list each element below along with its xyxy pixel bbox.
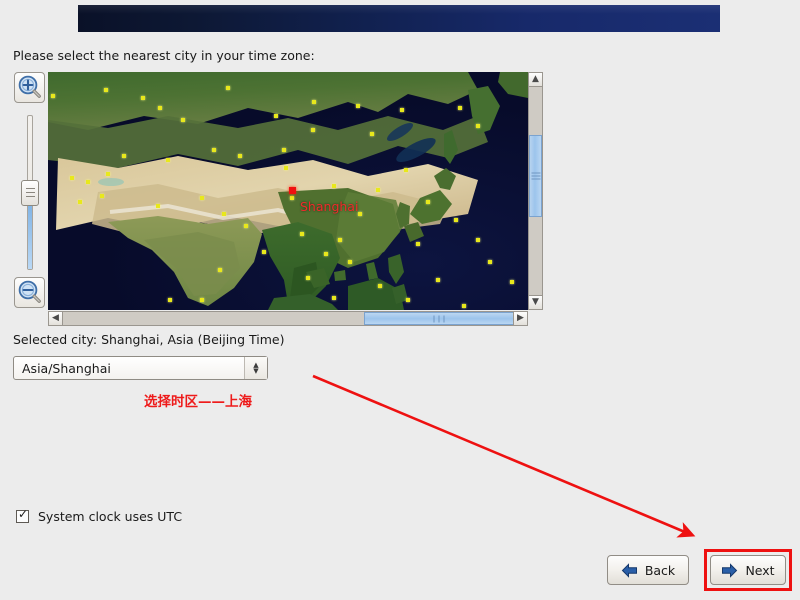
map-city-dot[interactable] — [300, 232, 304, 236]
updown-chevron-icon[interactable]: ▲ ▼ — [244, 357, 267, 379]
map-city-dot[interactable] — [166, 158, 170, 162]
map-horizontal-scrollbar[interactable]: ◀ ▶ — [48, 311, 528, 326]
map-city-dot[interactable] — [510, 280, 514, 284]
map-city-dot[interactable] — [488, 260, 492, 264]
annotation-note: 选择时区——上海 — [144, 394, 252, 410]
timezone-select-value: Asia/Shanghai — [22, 361, 111, 376]
map-city-dot[interactable] — [348, 260, 352, 264]
map-city-dot[interactable] — [406, 298, 410, 302]
page-title: Please select the nearest city in your t… — [13, 48, 315, 63]
map-city-dot[interactable] — [226, 86, 230, 90]
scrollbar-grip — [432, 315, 447, 322]
map-zoom-slider-handle[interactable] — [21, 180, 39, 206]
chevron-right-icon: ▶ — [517, 313, 524, 323]
selected-city-map-label: Shanghai — [300, 199, 359, 214]
map-city-dot[interactable] — [244, 224, 248, 228]
map-city-dot[interactable] — [332, 296, 336, 300]
check-icon: ✓ — [18, 507, 29, 521]
map-city-dot[interactable] — [400, 108, 404, 112]
selected-city-text: Selected city: Shanghai, Asia (Beijing T… — [13, 332, 285, 347]
utc-checkbox-label: System clock uses UTC — [38, 509, 183, 524]
scroll-up-button[interactable]: ▲ — [528, 72, 543, 87]
zoom-out-button[interactable] — [14, 277, 45, 308]
magnifier-plus-icon — [18, 75, 41, 98]
utc-checkbox-row[interactable]: ✓ System clock uses UTC — [16, 507, 183, 524]
map-city-dot[interactable] — [458, 106, 462, 110]
map-vertical-scrollbar[interactable]: ▲ ▼ — [528, 72, 543, 310]
chevron-left-icon: ◀ — [52, 313, 59, 323]
map-city-dot[interactable] — [168, 298, 172, 302]
map-city-dot[interactable] — [416, 242, 420, 246]
map-city-dot[interactable] — [311, 128, 315, 132]
map-city-dot[interactable] — [218, 268, 222, 272]
map-city-dot[interactable] — [262, 250, 266, 254]
map-city-dot[interactable] — [158, 106, 162, 110]
timezone-select[interactable]: Asia/Shanghai ▲ ▼ — [13, 356, 268, 380]
map-city-dot[interactable] — [306, 276, 310, 280]
map-city-dot[interactable] — [358, 212, 362, 216]
magnifier-minus-icon — [18, 280, 41, 303]
map-city-dot[interactable] — [222, 212, 226, 216]
annotation-highlight-box — [704, 549, 792, 591]
map-city-dot[interactable] — [238, 154, 242, 158]
map-city-dot[interactable] — [376, 188, 380, 192]
map-city-dot[interactable] — [212, 148, 216, 152]
map-city-dot[interactable] — [141, 96, 145, 100]
scrollbar-grip — [531, 171, 540, 182]
back-button-label: Back — [644, 562, 676, 578]
map-city-dot[interactable] — [356, 104, 360, 108]
map-city-dot[interactable] — [122, 154, 126, 158]
map-city-dot[interactable] — [332, 184, 336, 188]
map-city-dot[interactable] — [404, 168, 408, 172]
horizontal-scrollbar-thumb[interactable] — [364, 312, 514, 325]
installer-banner — [78, 5, 720, 32]
timezone-map[interactable]: Shanghai — [48, 72, 528, 310]
map-city-dot[interactable] — [51, 94, 55, 98]
map-city-dot[interactable] — [78, 200, 82, 204]
scroll-right-button[interactable]: ▶ — [513, 311, 528, 326]
map-city-dot[interactable] — [106, 172, 110, 176]
map-city-dot[interactable] — [476, 124, 480, 128]
map-city-dot[interactable] — [70, 176, 74, 180]
map-city-dot[interactable] — [462, 304, 466, 308]
map-city-dot[interactable] — [200, 196, 204, 200]
map-city-dot[interactable] — [426, 200, 430, 204]
chevron-down-icon: ▼ — [532, 297, 539, 307]
arrow-left-icon — [621, 562, 637, 578]
map-canvas[interactable]: Shanghai — [48, 72, 528, 310]
map-city-dot[interactable] — [274, 114, 278, 118]
banner-sheen — [78, 5, 720, 14]
scroll-left-button[interactable]: ◀ — [48, 311, 63, 326]
scroll-down-button[interactable]: ▼ — [528, 295, 543, 310]
map-city-dot[interactable] — [181, 118, 185, 122]
map-city-dot[interactable] — [100, 194, 104, 198]
vertical-scrollbar-thumb[interactable] — [529, 135, 542, 217]
chevron-up-icon: ▲ — [532, 74, 539, 84]
map-city-dot[interactable] — [436, 278, 440, 282]
map-landmass — [48, 72, 528, 310]
map-city-dot[interactable] — [86, 180, 90, 184]
map-city-dot[interactable] — [104, 88, 108, 92]
utc-checkbox[interactable]: ✓ — [16, 507, 29, 523]
selected-city-marker[interactable] — [289, 187, 296, 194]
map-city-dot[interactable] — [312, 100, 316, 104]
map-city-dot[interactable] — [476, 238, 480, 242]
map-city-dot[interactable] — [370, 132, 374, 136]
back-button[interactable]: Back — [607, 555, 689, 585]
map-city-dot[interactable] — [454, 218, 458, 222]
map-city-dot[interactable] — [156, 204, 160, 208]
map-city-dot[interactable] — [200, 298, 204, 302]
map-city-dot[interactable] — [282, 148, 286, 152]
map-city-dot[interactable] — [324, 252, 328, 256]
map-city-dot[interactable] — [284, 166, 288, 170]
map-city-dot[interactable] — [338, 238, 342, 242]
map-city-dot[interactable] — [378, 284, 382, 288]
zoom-in-button[interactable] — [14, 72, 45, 103]
map-city-dot[interactable] — [290, 196, 294, 200]
